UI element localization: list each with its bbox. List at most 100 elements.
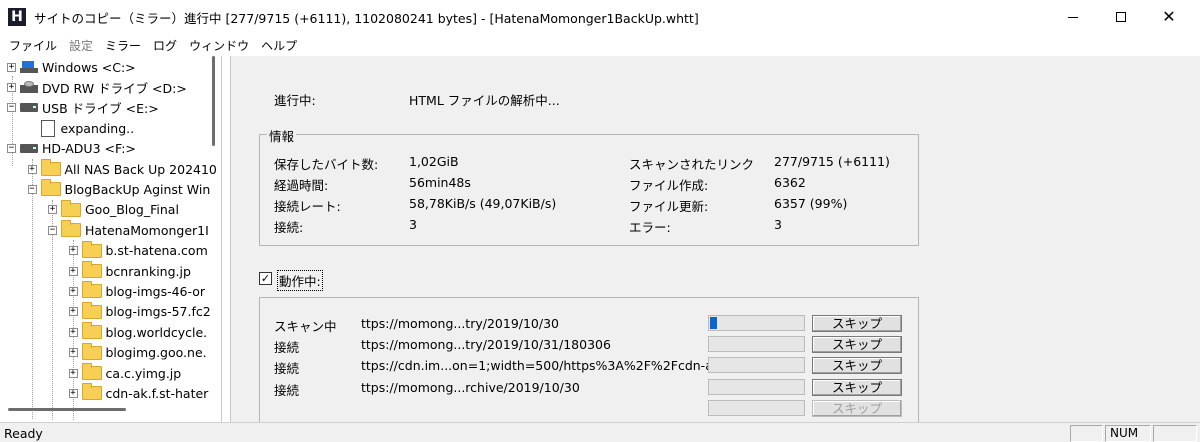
info-label: 経過時間: xyxy=(274,178,329,193)
info-label: 接続: xyxy=(274,220,304,235)
info-label2: ファイル更新: xyxy=(629,199,709,214)
skip-button[interactable]: スキップ xyxy=(812,378,902,396)
tree-item-label: bcnranking.jp xyxy=(105,263,191,279)
tree-item[interactable]: + Goo_Blog_Final xyxy=(48,199,179,220)
skip-button[interactable]: スキップ xyxy=(812,357,902,375)
folder-icon xyxy=(61,220,81,238)
num-lock-indicator: NUM xyxy=(1105,425,1151,442)
info-value2: 3 xyxy=(774,217,782,232)
active-checkbox[interactable]: ✓ xyxy=(259,272,272,285)
expand-icon[interactable]: + xyxy=(68,327,78,337)
expand-icon[interactable]: + xyxy=(48,205,57,215)
tree-item[interactable]: − HatenaMomonger1I xyxy=(48,220,209,240)
expand-icon[interactable]: + xyxy=(27,164,37,174)
connection-url: ttps://momong...try/2019/10/30 xyxy=(361,316,560,331)
menu-bar: ファイル 設定 ミラー ログ ウィンドウ ヘルプ xyxy=(0,34,1200,56)
info-label2: スキャンされたリンク xyxy=(629,157,755,172)
folder-tree[interactable]: + Windows <C:> + DVD RW ドライブ <D:> − USB ドライブ … xyxy=(0,56,222,422)
info-value2: 277/9715 (+6111) xyxy=(774,154,890,169)
maximize-icon xyxy=(1116,12,1126,22)
skip-button[interactable]: スキップ xyxy=(812,315,902,332)
skip-button: スキップ xyxy=(812,399,902,417)
tree-item[interactable]: expanding.. xyxy=(28,118,134,138)
tree-item[interactable]: + blog-imgs-46-or xyxy=(68,281,205,301)
connection-progress-bar xyxy=(708,336,805,353)
close-button[interactable]: ✕ xyxy=(1146,0,1192,34)
tree-item[interactable]: − BlogBackUp Aginst Win xyxy=(27,179,210,199)
folder-icon xyxy=(61,199,81,217)
folder-icon xyxy=(81,363,102,380)
info-label2: ファイル作成: xyxy=(629,178,709,193)
folder-icon xyxy=(40,179,61,197)
progress-panel: 進行中: HTML ファイルの解析中... 情報 ✓ 動作中: 保存したバイト数… xyxy=(230,56,1200,427)
tree-item[interactable]: + bcnranking.jp xyxy=(68,261,191,281)
expand-icon[interactable]: + xyxy=(7,62,16,72)
folder-icon xyxy=(81,281,102,299)
tree-horizontal-scrollbar[interactable] xyxy=(8,408,126,411)
tree-item[interactable]: + blog-imgs-57.fc2 xyxy=(68,301,211,322)
connection-url: ttps://momong...try/2019/10/31/180306 xyxy=(361,337,611,353)
collapse-icon[interactable]: − xyxy=(27,184,37,194)
info-value: 3 xyxy=(409,217,417,232)
menu-settings[interactable]: 設定 xyxy=(63,37,99,54)
minimize-button[interactable] xyxy=(1050,0,1096,34)
tree-item[interactable]: + blogimg.goo.ne. xyxy=(68,342,207,363)
tree-item[interactable]: + DVD RW ドライブ <D:> xyxy=(7,77,187,97)
expand-icon[interactable]: + xyxy=(68,266,78,276)
collapse-icon[interactable]: − xyxy=(7,103,16,113)
connection-status: 接続 xyxy=(274,361,300,377)
expand-icon[interactable]: + xyxy=(68,307,78,317)
status-cell-empty xyxy=(1070,425,1103,442)
folder-icon xyxy=(81,342,102,360)
tree-item[interactable]: + b.st-hatena.com xyxy=(68,240,208,261)
info-value: 1,02GiB xyxy=(409,154,459,169)
menu-help[interactable]: ヘルプ xyxy=(255,37,303,54)
tree-item-label: USB ドライブ <E:> xyxy=(42,101,159,117)
tree-item[interactable]: − HD-ADU3 <F:> xyxy=(7,139,136,159)
info-label: 保存したバイト数: xyxy=(274,157,379,172)
tree-item[interactable]: + cdn-ak.f.st-hater xyxy=(68,383,208,403)
status-bar: Ready NUM xyxy=(0,422,1200,442)
tree-item[interactable]: + All NAS Back Up 202410 xyxy=(27,159,217,179)
folder-icon xyxy=(81,301,102,319)
menu-window[interactable]: ウィンドウ xyxy=(183,37,255,54)
maximize-button[interactable] xyxy=(1098,0,1144,34)
title-bar: H サイトのコピー（ミラー）進行中 [277/9715 (+6111), 110… xyxy=(0,0,1200,34)
skip-button[interactable]: スキップ xyxy=(812,336,902,354)
file-icon xyxy=(40,119,55,137)
expand-icon[interactable]: + xyxy=(68,388,78,398)
status-text: Ready xyxy=(4,426,43,441)
info-label: 接続レート: xyxy=(274,199,341,214)
menu-log[interactable]: ログ xyxy=(147,37,183,54)
info-value2: 6357 (99%) xyxy=(774,196,848,211)
collapse-icon[interactable]: − xyxy=(48,225,57,235)
expand-icon[interactable]: + xyxy=(68,348,78,358)
windows-drive-icon xyxy=(20,61,38,73)
info-group-title: 情報 xyxy=(267,126,297,145)
expand-icon[interactable]: + xyxy=(68,286,78,296)
hdd-drive-icon xyxy=(20,144,38,154)
usb-drive-icon xyxy=(20,103,38,113)
expand-icon[interactable]: + xyxy=(7,82,16,92)
tree-item-label: HatenaMomonger1I xyxy=(85,222,209,238)
tree-item[interactable]: − USB ドライブ <E:> xyxy=(7,98,159,118)
tree-item-label: All NAS Back Up 202410 xyxy=(64,161,217,177)
folder-icon xyxy=(81,261,102,278)
tree-item[interactable]: + Windows <C:> xyxy=(7,57,136,77)
tree-vertical-scrollbar[interactable] xyxy=(212,56,215,146)
info-label2: エラー: xyxy=(629,220,671,235)
expand-icon[interactable]: + xyxy=(68,246,78,256)
tree-item[interactable]: + blog.worldcycle. xyxy=(68,322,208,342)
tree-item[interactable]: + ca.c.yimg.jp xyxy=(68,363,182,383)
connection-progress-bar xyxy=(708,357,805,374)
tree-item-label: blog.worldcycle. xyxy=(105,324,208,340)
menu-file[interactable]: ファイル xyxy=(3,37,63,54)
status-cell-scroll xyxy=(1153,425,1197,442)
tree-item-label: ca.c.yimg.jp xyxy=(105,365,182,381)
window-title: サイトのコピー（ミラー）進行中 [277/9715 (+6111), 11020… xyxy=(34,10,699,26)
active-checkbox-label[interactable]: 動作中: xyxy=(277,270,323,291)
expand-icon[interactable]: + xyxy=(68,368,78,378)
menu-mirror[interactable]: ミラー xyxy=(99,37,147,54)
progress-status-value: HTML ファイルの解析中... xyxy=(409,93,560,108)
collapse-icon[interactable]: − xyxy=(7,144,16,154)
